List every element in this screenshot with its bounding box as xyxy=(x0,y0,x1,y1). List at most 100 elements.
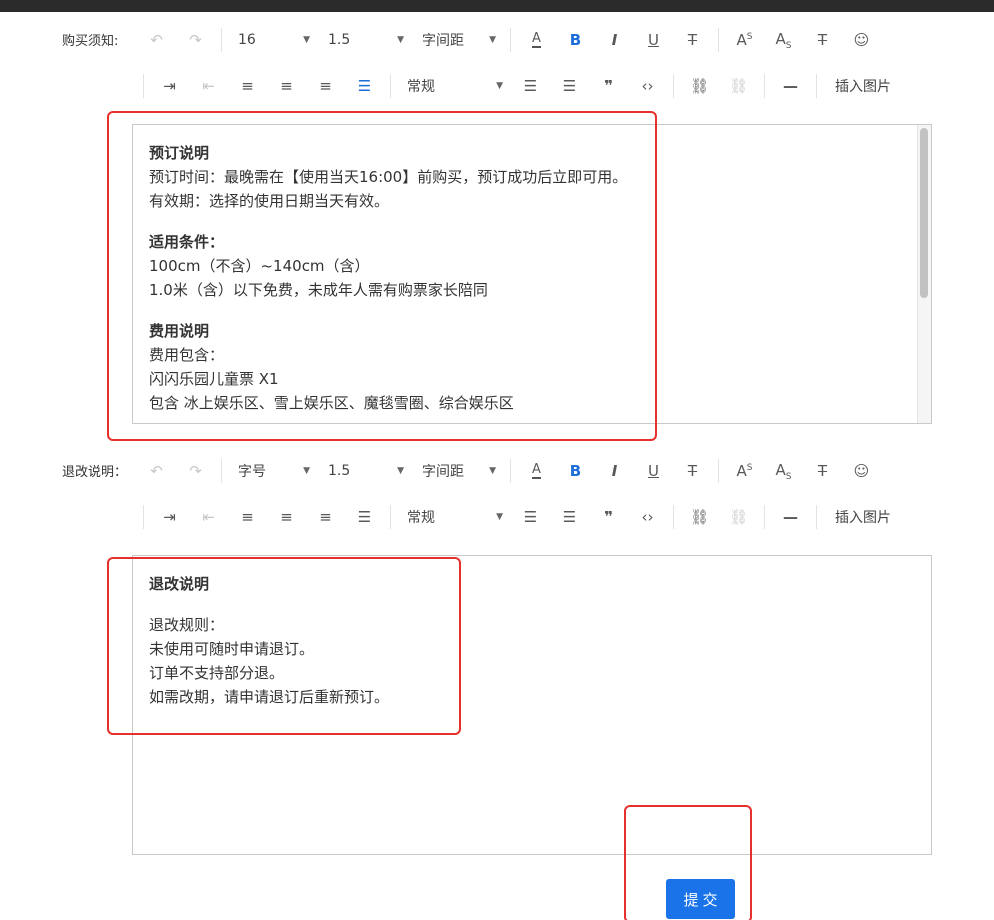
subscript-icon: AS xyxy=(775,460,792,482)
toolbar-divider xyxy=(510,28,511,52)
letter-spacing-select[interactable]: 字间距 ▼ xyxy=(412,26,504,54)
toolbar-divider xyxy=(816,74,817,98)
emoji-button[interactable]: ☺ xyxy=(842,26,881,54)
undo-button[interactable]: ↶ xyxy=(137,26,176,54)
clear-format-button[interactable]: T xyxy=(803,26,842,54)
editor-scrollbar[interactable] xyxy=(917,125,931,423)
indent-button[interactable]: ⇥ xyxy=(150,72,189,100)
refund-policy-editor[interactable]: 退改说明 退改规则： 未使用可随时申请退订。 订单不支持部分退。 如需改期，请申请退订后… xyxy=(132,555,932,855)
italic-icon: I xyxy=(611,31,618,49)
strikethrough-button[interactable]: T xyxy=(673,457,712,485)
undo-button[interactable]: ↶ xyxy=(137,457,176,485)
italic-button[interactable]: I xyxy=(595,457,634,485)
numbered-list-button[interactable]: ☰ xyxy=(550,72,589,100)
bullet-list-button[interactable]: ☰ xyxy=(511,503,550,531)
italic-icon: I xyxy=(611,462,618,480)
align-center-button[interactable]: ≡ xyxy=(267,72,306,100)
font-color-button[interactable]: A xyxy=(517,457,556,485)
align-right-button[interactable]: ≡ xyxy=(306,72,345,100)
purchase-notes-editor[interactable]: 预订说明 预订时间：最晚需在【使用当天16:00】前购买，预订成功后立即可用。 有效… xyxy=(132,124,932,424)
content-line: 订单不支持部分退。 xyxy=(149,664,285,682)
font-size-value: 16 xyxy=(238,32,256,48)
line-height-select[interactable]: 1.5 ▼ xyxy=(318,457,412,485)
outdent-icon: ⇤ xyxy=(202,77,215,95)
font-color-icon: A xyxy=(532,462,541,479)
line-height-select[interactable]: 1.5 ▼ xyxy=(318,26,412,54)
code-button[interactable]: ‹› xyxy=(628,503,667,531)
subscript-button[interactable]: AS xyxy=(764,26,803,54)
content-heading: 费用说明 xyxy=(149,322,210,340)
superscript-button[interactable]: AS xyxy=(725,26,764,54)
font-size-select[interactable]: 字号 ▼ xyxy=(228,457,318,485)
align-right-button[interactable]: ≡ xyxy=(306,503,345,531)
scrollbar-thumb[interactable] xyxy=(920,128,928,298)
horizontal-rule-button[interactable]: — xyxy=(771,503,810,531)
paragraph-style-select[interactable]: 常规 ▼ xyxy=(397,503,511,531)
align-left-button[interactable]: ≡ xyxy=(228,72,267,100)
align-center-button[interactable]: ≡ xyxy=(267,503,306,531)
redo-icon: ↷ xyxy=(189,31,202,49)
bold-button[interactable]: B xyxy=(556,26,595,54)
content-line: 有效期：选择的使用日期当天有效。 xyxy=(149,192,390,210)
superscript-button[interactable]: AS xyxy=(725,457,764,485)
insert-image-button[interactable]: 插入图片 xyxy=(823,72,903,100)
outdent-button[interactable]: ⇤ xyxy=(189,72,228,100)
submit-button[interactable]: 提交 xyxy=(666,879,735,919)
clear-format-button[interactable]: T xyxy=(803,457,842,485)
undo-icon: ↶ xyxy=(150,462,163,480)
indent-button[interactable]: ⇥ xyxy=(150,503,189,531)
paragraph-style-select[interactable]: 常规 ▼ xyxy=(397,72,511,100)
unlink-button[interactable]: ⛓ xyxy=(719,72,758,100)
strikethrough-icon: T xyxy=(687,462,698,480)
editor-content[interactable]: 退改说明 退改规则： 未使用可随时申请退订。 订单不支持部分退。 如需改期，请申请退订后… xyxy=(133,556,931,725)
bold-button[interactable]: B xyxy=(556,457,595,485)
emoji-button[interactable]: ☺ xyxy=(842,457,881,485)
unlink-button[interactable]: ⛓ xyxy=(719,503,758,531)
toolbar-divider xyxy=(221,459,222,483)
subscript-button[interactable]: AS xyxy=(764,457,803,485)
redo-button[interactable]: ↷ xyxy=(176,457,215,485)
subscript-icon: AS xyxy=(775,29,792,51)
redo-button[interactable]: ↷ xyxy=(176,26,215,54)
link-button[interactable]: ⛓ xyxy=(680,72,719,100)
purchase-notes-label: 购买须知: xyxy=(62,34,119,49)
indent-icon: ⇥ xyxy=(163,508,176,526)
bullet-list-button[interactable]: ☰ xyxy=(511,72,550,100)
toolbar-divider xyxy=(764,505,765,529)
outdent-button[interactable]: ⇤ xyxy=(189,503,228,531)
quote-button[interactable]: ❞ xyxy=(589,503,628,531)
strikethrough-button[interactable]: T xyxy=(673,26,712,54)
font-size-select[interactable]: 16 ▼ xyxy=(228,26,318,54)
content-line: 费用包含： xyxy=(149,346,225,364)
editor-content[interactable]: 预订说明 预订时间：最晚需在【使用当天16:00】前购买，预订成功后立即可用。 有效… xyxy=(133,125,931,423)
align-left-button[interactable]: ≡ xyxy=(228,503,267,531)
align-left-icon: ≡ xyxy=(241,508,254,526)
quote-button[interactable]: ❞ xyxy=(589,72,628,100)
font-color-button[interactable]: A xyxy=(517,26,556,54)
refund-policy-label: 退改说明： xyxy=(62,465,128,480)
numbered-list-button[interactable]: ☰ xyxy=(550,503,589,531)
paragraph-style-value: 常规 xyxy=(407,510,435,526)
italic-button[interactable]: I xyxy=(595,26,634,54)
underline-button[interactable]: U xyxy=(634,457,673,485)
paragraph-style-value: 常规 xyxy=(407,79,435,95)
align-justify-button[interactable]: ☰ xyxy=(345,503,384,531)
align-justify-button[interactable]: ☰ xyxy=(345,72,384,100)
letter-spacing-select[interactable]: 字间距 ▼ xyxy=(412,457,504,485)
bold-icon: B xyxy=(569,462,582,480)
bold-icon: B xyxy=(569,31,582,49)
clear-format-icon: T xyxy=(817,462,828,480)
align-right-icon: ≡ xyxy=(319,77,332,95)
link-button[interactable]: ⛓ xyxy=(680,503,719,531)
code-button[interactable]: ‹› xyxy=(628,72,667,100)
indent-icon: ⇥ xyxy=(163,77,176,95)
numbered-list-icon: ☰ xyxy=(562,77,577,95)
underline-button[interactable]: U xyxy=(634,26,673,54)
toolbar-divider xyxy=(390,505,391,529)
insert-image-button[interactable]: 插入图片 xyxy=(823,503,903,531)
outdent-icon: ⇤ xyxy=(202,508,215,526)
toolbar-divider xyxy=(816,505,817,529)
horizontal-rule-button[interactable]: — xyxy=(771,72,810,100)
clear-format-icon: T xyxy=(817,31,828,49)
toolbar-divider xyxy=(718,28,719,52)
